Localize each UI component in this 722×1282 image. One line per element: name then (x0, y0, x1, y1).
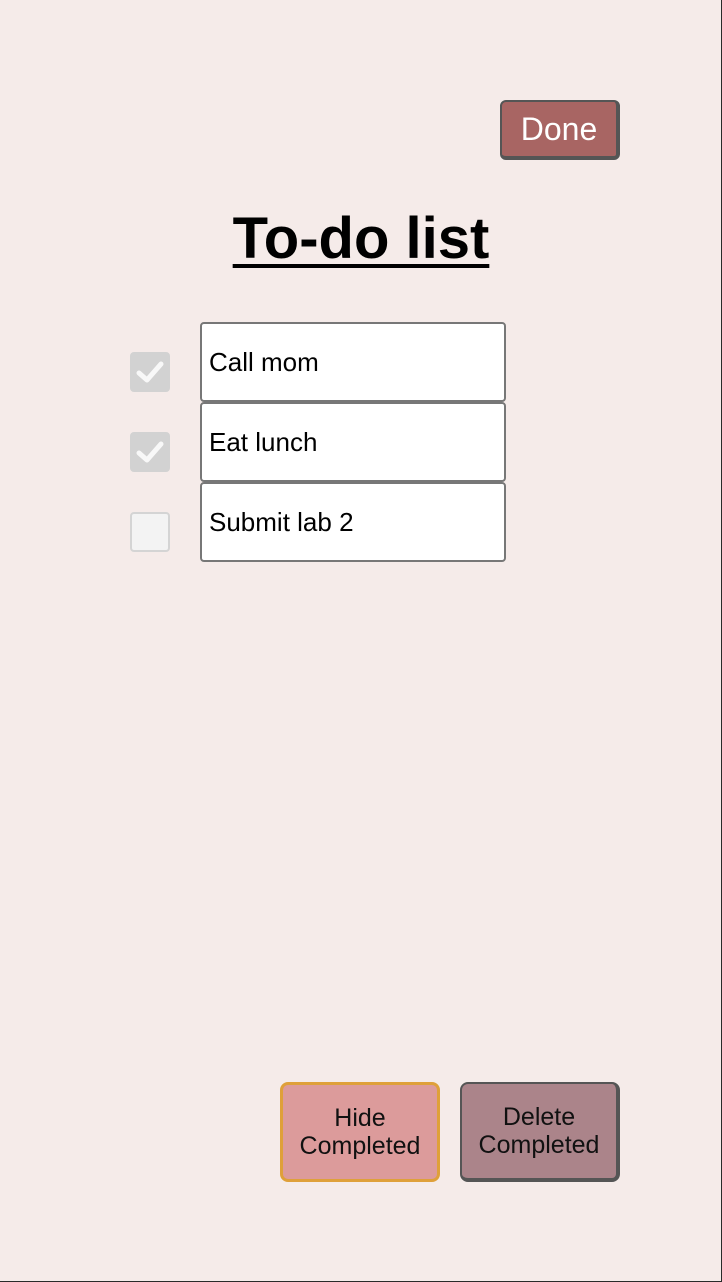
checkmark-icon (136, 361, 164, 383)
todo-item: Eat lunch (130, 402, 510, 482)
todo-checkbox[interactable] (130, 352, 170, 392)
delete-completed-button[interactable]: Delete Completed (460, 1082, 620, 1182)
todo-item: Call mom (130, 322, 510, 402)
delete-completed-label-line2: Completed (478, 1131, 600, 1159)
hide-completed-label-line2: Completed (299, 1132, 421, 1160)
hide-completed-button[interactable]: Hide Completed (280, 1082, 440, 1182)
done-button[interactable]: Done (500, 100, 620, 160)
page-title: To-do list (232, 206, 490, 271)
checkmark-icon (136, 441, 164, 463)
todo-item: Submit lab 2 (130, 482, 510, 562)
todo-text-field[interactable]: Eat lunch (200, 402, 506, 482)
todo-checkbox[interactable] (130, 512, 170, 552)
todo-text-field[interactable]: Submit lab 2 (200, 482, 506, 562)
todo-list: Call mom Eat lunch Submit lab 2 (130, 322, 510, 562)
hide-completed-label-line1: Hide (334, 1104, 386, 1132)
todo-checkbox[interactable] (130, 432, 170, 472)
todo-text-field[interactable]: Call mom (200, 322, 506, 402)
delete-completed-label-line1: Delete (502, 1103, 576, 1131)
